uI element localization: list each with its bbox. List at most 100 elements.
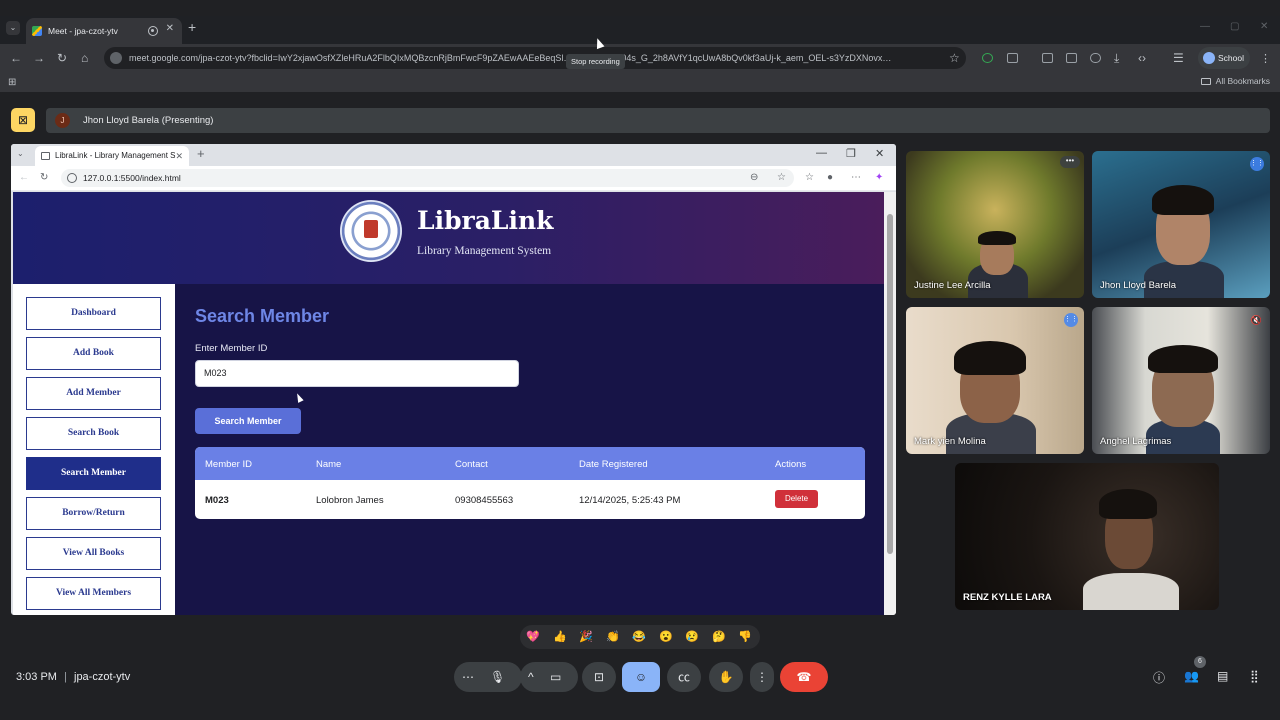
inner-tab-search-icon[interactable]: ⌄ — [17, 149, 24, 158]
nav-add-book[interactable]: Add Book — [26, 337, 161, 370]
participant-tile-renz[interactable]: RENZ KYLLE LARA — [955, 463, 1219, 610]
stop-presenting-icon[interactable]: ⊠ — [11, 108, 35, 132]
header-contact: Contact — [455, 459, 488, 470]
camera-control[interactable]: ^ ▭ — [520, 662, 578, 692]
meeting-info-icon[interactable]: ⓘ — [1153, 669, 1165, 686]
home-icon[interactable]: ⌂ — [81, 51, 88, 65]
info-icon[interactable] — [67, 173, 77, 183]
participant-tile-justine[interactable]: ••• Justine Lee Arcilla — [906, 151, 1084, 298]
forward-icon[interactable]: → — [33, 51, 45, 65]
reaction-clapping[interactable]: 👏 — [605, 629, 621, 645]
tab-cast-icon[interactable] — [1042, 53, 1053, 63]
participant-hair — [954, 341, 1026, 375]
nav-view-all-books[interactable]: View All Books — [26, 537, 161, 570]
video-settings-icon[interactable]: ^ — [528, 670, 534, 684]
nav-search-member[interactable]: Search Member — [26, 457, 161, 490]
close-tab-icon[interactable]: ✕ — [166, 23, 174, 34]
url-field[interactable]: meet.google.com/jpa-czot-ytv?fbclid=IwY2… — [104, 47, 966, 69]
present-screen-icon: ⊡ — [593, 670, 605, 684]
back-icon[interactable]: ← — [10, 51, 22, 65]
reaction-thumbs-up[interactable]: 👍 — [552, 629, 568, 645]
inner-incognito-icon[interactable]: ⊖ — [750, 172, 758, 183]
emoji-icon: ☺ — [634, 670, 648, 684]
extensions-icon[interactable] — [1007, 53, 1018, 63]
member-id-input[interactable]: M023 — [195, 360, 519, 387]
reaction-sparkling-heart[interactable]: 💖 — [525, 629, 541, 645]
extension-grammarly-icon[interactable] — [982, 53, 993, 63]
nav-search-book[interactable]: Search Book — [26, 417, 161, 450]
reaction-thinking[interactable]: 🤔 — [711, 629, 727, 645]
presenter-avatar: J — [55, 113, 70, 128]
page-scrollbar[interactable] — [884, 192, 896, 615]
captions-button[interactable]: ㏄ — [667, 662, 701, 692]
audio-settings-icon[interactable]: ⋯ — [462, 670, 474, 684]
minimize-icon[interactable]: — — [1200, 21, 1210, 32]
inner-new-tab-icon[interactable]: + — [197, 146, 205, 161]
reaction-crying[interactable]: 😢 — [684, 629, 700, 645]
new-tab-icon[interactable]: + — [188, 19, 196, 35]
search-member-button[interactable]: Search Member — [195, 408, 301, 434]
inner-tab-title: LibraLink - Library Management S — [55, 151, 176, 160]
more-options-button[interactable]: ⋮ — [750, 662, 774, 692]
activities-icon[interactable]: ⣿ — [1250, 669, 1259, 683]
reaction-party-popper[interactable]: 🎉 — [578, 629, 594, 645]
inner-close-window-icon[interactable]: ✕ — [875, 147, 884, 160]
reaction-laughing[interactable]: 😂 — [631, 629, 647, 645]
raise-hand-icon: ✋ — [718, 670, 734, 684]
nav-view-all-members[interactable]: View All Members — [26, 577, 161, 610]
raise-hand-button[interactable]: ✋ — [709, 662, 743, 692]
nav-add-member[interactable]: Add Member — [26, 377, 161, 410]
code-icon[interactable]: ‹› — [1138, 51, 1146, 65]
nav-dashboard[interactable]: Dashboard — [26, 297, 161, 330]
apps-grid-icon[interactable]: ⊞ — [8, 77, 16, 88]
reaction-thumbs-down[interactable]: 👎 — [737, 629, 753, 645]
participant-tile-jhon[interactable]: ⋮⋮ Jhon Lloyd Barela — [1092, 151, 1270, 298]
inner-profile-icon[interactable]: ● — [827, 172, 833, 183]
leave-call-button[interactable]: ☎ — [780, 662, 828, 692]
inner-reload-icon[interactable]: ↻ — [40, 172, 48, 183]
close-window-icon[interactable]: ✕ — [1260, 21, 1268, 32]
download-icon[interactable]: ⤓ — [1114, 51, 1119, 66]
inner-back-icon[interactable]: ← — [19, 172, 29, 183]
participant-tile-anghel[interactable]: 🔇 Anghel Lagrimas — [1092, 307, 1270, 454]
all-bookmarks[interactable]: All Bookmarks — [1200, 76, 1270, 86]
inner-url-field[interactable]: 127.0.0.1:5500/index.html — [61, 169, 794, 187]
microphone-control[interactable]: ⋯ 🎙 — [454, 662, 522, 692]
people-icon[interactable]: 👥 — [1184, 669, 1199, 683]
inner-maximize-icon[interactable]: ❐ — [846, 147, 856, 160]
reaction-surprised[interactable]: 😮 — [658, 629, 674, 645]
inner-minimize-icon[interactable]: — — [816, 147, 827, 159]
copilot-icon[interactable]: ✦ — [875, 172, 883, 183]
reading-list-icon[interactable]: ☰ — [1173, 51, 1184, 65]
site-info-icon[interactable] — [110, 52, 122, 64]
browser-menu-icon[interactable]: ⋮ — [1260, 52, 1271, 65]
scrollbar-thumb[interactable] — [887, 214, 893, 554]
maximize-icon[interactable]: ▢ — [1230, 21, 1239, 32]
inner-bookmark-star-icon[interactable]: ☆ — [777, 172, 786, 183]
outer-tab-meet[interactable]: Meet - jpa-czot-ytv ✕ — [26, 18, 182, 44]
screenshot-icon[interactable] — [1066, 53, 1077, 63]
participant-tile-mark[interactable]: ⋮⋮ Mark yien Molina — [906, 307, 1084, 454]
hang-up-icon: ☎ — [796, 670, 812, 684]
nav-borrow-return[interactable]: Borrow/Return — [26, 497, 161, 530]
reactions-bar: 💖 👍 🎉 👏 😂 😮 😢 🤔 👎 — [520, 625, 760, 649]
speaking-indicator-icon: ⋮⋮ — [1250, 157, 1264, 171]
chat-icon[interactable]: ▤ — [1217, 669, 1228, 683]
bookmark-star-icon[interactable]: ☆ — [949, 51, 960, 65]
profile-button[interactable]: School — [1198, 47, 1250, 69]
microphone-icon[interactable]: 🎙 — [490, 662, 505, 692]
present-button[interactable]: ⊡ — [582, 662, 616, 692]
tab-search-chevron-icon[interactable]: ⌄ — [6, 21, 20, 35]
inner-close-tab-icon[interactable]: ✕ — [175, 146, 183, 166]
inner-tab-libralink[interactable]: LibraLink - Library Management S ✕ — [35, 146, 189, 166]
reactions-button[interactable]: ☺ — [622, 662, 660, 692]
delete-button[interactable]: Delete — [775, 490, 818, 508]
more-options-icon: ⋮ — [756, 670, 768, 684]
password-key-icon[interactable] — [1090, 53, 1101, 63]
inner-bookmarks-icon[interactable]: ☆ — [805, 172, 814, 183]
camera-icon[interactable]: ▭ — [550, 662, 561, 692]
page-icon — [41, 152, 50, 160]
inner-menu-icon[interactable]: ⋯ — [851, 172, 861, 183]
reload-icon[interactable]: ↻ — [57, 51, 67, 65]
tile-options-icon[interactable]: ••• — [1060, 156, 1080, 168]
